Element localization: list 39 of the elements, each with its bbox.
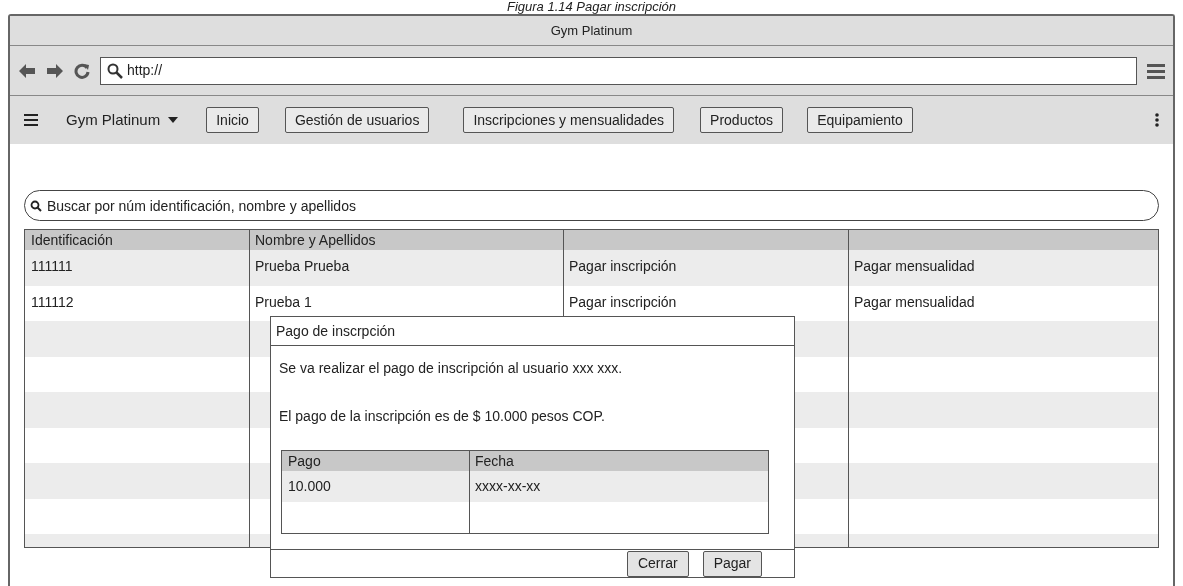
column-header: Identificación [31,230,113,250]
nav-button[interactable]: Equipamiento [807,107,913,133]
forward-arrow-icon[interactable] [46,62,64,79]
brand-dropdown[interactable]: Gym Platinum [66,108,179,132]
column-header: Pago [288,451,321,471]
table-cell: Prueba Prueba [255,258,350,274]
dialog-message: El pago de la inscripción es de $ 10.000 pesos COP. [279,407,606,426]
search-field[interactable]: Buscar por núm identificación, nombre y apellidos [24,190,1159,221]
column-header: Fecha [475,451,514,471]
menu-icon[interactable] [24,114,38,126]
address-field[interactable]: http:// [100,56,1137,85]
more-options-icon[interactable] [1155,113,1159,127]
dialog-message: Se va realizar el pago de inscripción al usuario xxx xxx. [279,359,624,378]
table-cell: Prueba 1 [255,293,312,310]
dialog-button[interactable]: Cerrar [626,550,689,577]
nav-button[interactable]: Gestión de usuarios [284,107,430,133]
nav-button[interactable]: Inicio [206,107,259,133]
caret-icon [168,117,179,123]
table-cell: xxxx-xx-xx [475,478,541,494]
table-cell: 111111 [31,258,73,274]
figure-caption: Figura 1.14 Pagar inscripción [506,0,677,14]
action-link[interactable]: Pagar mensualidad [854,258,975,274]
action-link[interactable]: Pagar mensualidad [854,293,975,310]
table-cell: 10.000 [288,478,331,494]
action-link[interactable]: Pagar inscripción [569,293,677,310]
search-icon [107,62,123,79]
back-arrow-icon[interactable] [18,62,36,79]
column-header: Nombre y Apellidos [255,230,376,250]
address-text: http:// [127,61,163,80]
table-cell: 111112 [31,293,74,310]
window-title: Gym Platinum [550,21,633,40]
dialog-title: Pago de inscrpción [276,321,396,341]
reload-icon[interactable] [74,62,90,79]
search-icon [30,200,42,212]
nav-button[interactable]: Inscripciones y mensualidades [463,107,675,133]
nav-button[interactable]: Productos [700,107,784,133]
menu-icon[interactable] [1147,61,1165,80]
action-link[interactable]: Pagar inscripción [569,258,677,274]
dialog-button[interactable]: Pagar [702,550,762,577]
